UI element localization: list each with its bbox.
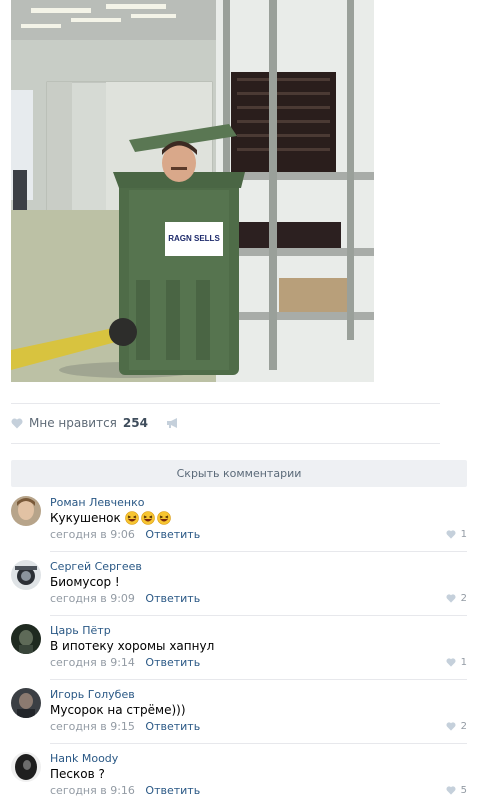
comment-author[interactable]: Роман Левченко (50, 496, 144, 509)
comment-text-row: Кукушенок (50, 511, 171, 525)
comment-like-count: 2 (460, 593, 467, 604)
comment-text-row: Мусорок на стрёме))) (50, 703, 186, 717)
comment-separator (50, 615, 467, 616)
comment-like-button[interactable]: 2 (446, 721, 467, 732)
comment-meta: сегодня в 9:16 Ответить (50, 784, 200, 797)
comment-item: Hank Moody Песков ? сегодня в 9:16 Ответ… (11, 752, 467, 811)
like-count[interactable]: 254 (123, 416, 148, 430)
avatar[interactable] (11, 496, 41, 526)
post-divider-bottom (11, 443, 440, 444)
laughing-emoji-icon (156, 511, 171, 525)
avatar[interactable] (11, 688, 41, 718)
comment-item: Роман Левченко Кукушенок сегодня в 9:06 … (11, 496, 467, 560)
comment-text: В ипотеку хоромы хапнул (50, 639, 215, 653)
reply-link[interactable]: Ответить (145, 784, 200, 797)
bin-sign-text: RAGN SELLS (168, 234, 220, 243)
megaphone-icon[interactable] (166, 417, 180, 429)
comment-date[interactable]: сегодня в 9:09 (50, 592, 135, 605)
comment-date[interactable]: сегодня в 9:14 (50, 656, 135, 669)
comment-date[interactable]: сегодня в 9:15 (50, 720, 135, 733)
comment-date[interactable]: сегодня в 9:06 (50, 528, 135, 541)
comment-text-row: Песков ? (50, 767, 105, 781)
comment-text: Кукушенок (50, 511, 121, 525)
comment-separator (50, 743, 467, 744)
comment-text-row: В ипотеку хоромы хапнул (50, 639, 214, 653)
post-divider-top (11, 403, 440, 404)
comment-like-button[interactable]: 1 (446, 657, 467, 668)
comment-like-button[interactable]: 5 (446, 785, 467, 796)
reply-link[interactable]: Ответить (145, 720, 200, 733)
comment-like-count: 5 (460, 785, 467, 796)
heart-icon[interactable] (11, 417, 23, 429)
comment-separator (50, 551, 467, 552)
post-photo[interactable]: RAGN SELLS (11, 0, 374, 382)
heart-icon (446, 722, 456, 731)
comment-text: Песков ? (50, 767, 105, 781)
comment-meta: сегодня в 9:06 Ответить (50, 528, 200, 541)
reply-link[interactable]: Ответить (145, 528, 200, 541)
reply-link[interactable]: Ответить (145, 656, 200, 669)
avatar[interactable] (11, 560, 41, 590)
comment-author[interactable]: Сергей Сергеев (50, 560, 142, 573)
heart-icon (446, 658, 456, 667)
photo-illustration: RAGN SELLS (11, 0, 374, 382)
like-bar[interactable]: Мне нравится 254 (11, 414, 180, 432)
comment-text: Мусорок на стрёме))) (50, 703, 186, 717)
comment-meta: сегодня в 9:15 Ответить (50, 720, 200, 733)
comment-date[interactable]: сегодня в 9:16 (50, 784, 135, 797)
comment-meta: сегодня в 9:09 Ответить (50, 592, 200, 605)
hide-comments-button[interactable]: Скрыть комментарии (11, 460, 467, 487)
heart-icon (446, 530, 456, 539)
comment-like-button[interactable]: 1 (446, 529, 467, 540)
like-label[interactable]: Мне нравится (29, 416, 117, 430)
comment-author[interactable]: Царь Пётр (50, 624, 111, 637)
heart-icon (446, 594, 456, 603)
avatar[interactable] (11, 752, 41, 782)
comment-like-count: 1 (460, 657, 467, 668)
avatar[interactable] (11, 624, 41, 654)
laughing-emoji-icon (140, 511, 155, 525)
comment-item: Царь Пётр В ипотеку хоромы хапнул сегодн… (11, 624, 467, 688)
comment-text-row: Биомусор ! (50, 575, 120, 589)
comment-like-count: 2 (460, 721, 467, 732)
comment-like-button[interactable]: 2 (446, 593, 467, 604)
comment-item: Сергей Сергеев Биомусор ! сегодня в 9:09… (11, 560, 467, 624)
comment-meta: сегодня в 9:14 Ответить (50, 656, 200, 669)
comment-item: Игорь Голубев Мусорок на стрёме))) сегод… (11, 688, 467, 752)
comment-author[interactable]: Hank Moody (50, 752, 118, 765)
comment-separator (50, 679, 467, 680)
comment-text: Биомусор ! (50, 575, 120, 589)
heart-icon (446, 786, 456, 795)
comment-like-count: 1 (460, 529, 467, 540)
reply-link[interactable]: Ответить (145, 592, 200, 605)
laughing-emoji-icon (124, 511, 139, 525)
comment-author[interactable]: Игорь Голубев (50, 688, 135, 701)
